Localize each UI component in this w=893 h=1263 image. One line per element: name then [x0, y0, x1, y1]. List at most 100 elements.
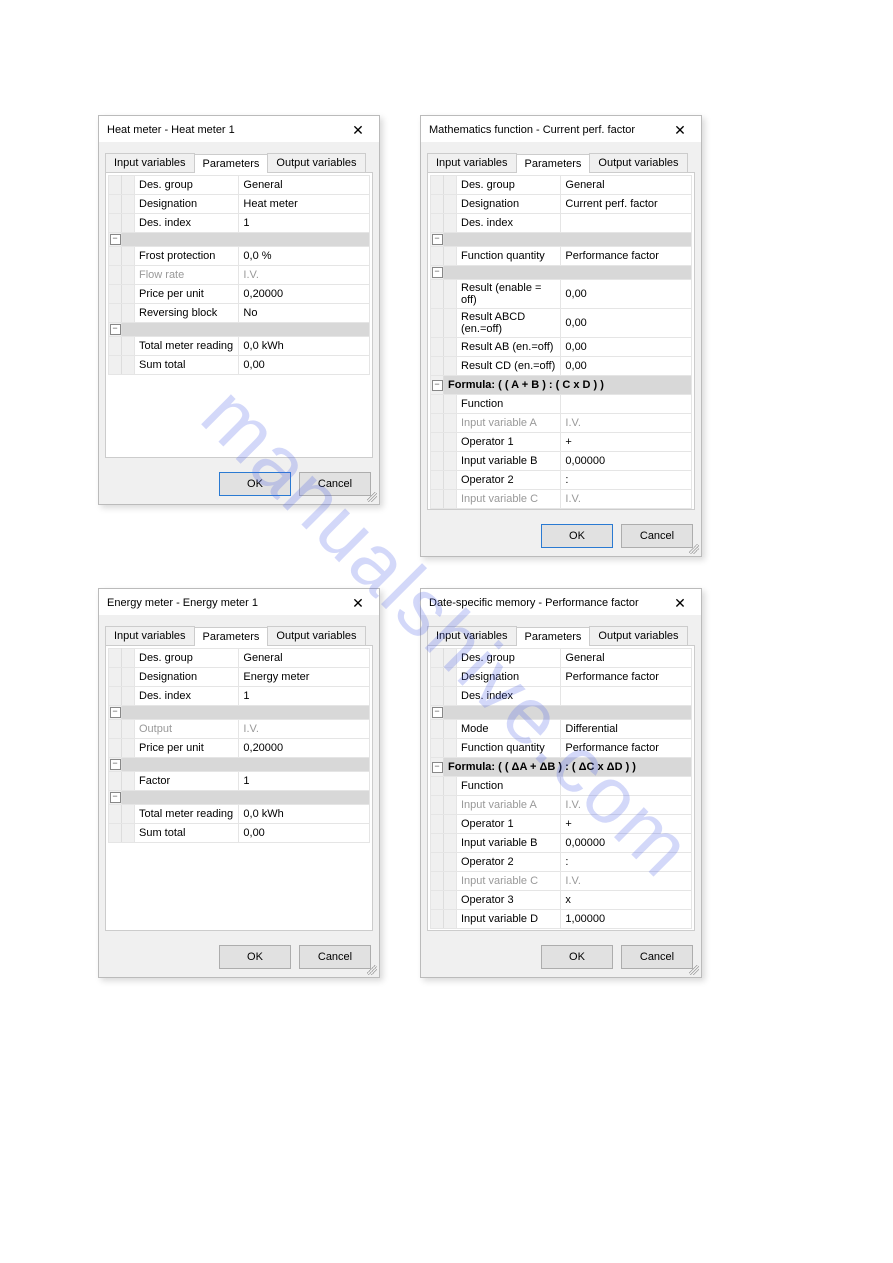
tab-parameters[interactable]: Parameters [194, 154, 269, 173]
table-row: Input variable B0,00000 [431, 834, 692, 853]
property-value[interactable]: Heat meter [239, 195, 370, 214]
tab-input-variables[interactable]: Input variables [105, 626, 195, 645]
ok-button[interactable]: OK [219, 945, 291, 969]
property-value[interactable]: 0,20000 [239, 739, 370, 758]
cancel-button[interactable]: Cancel [621, 524, 693, 548]
property-value[interactable]: x [561, 891, 692, 910]
close-icon[interactable]: ✕ [343, 596, 373, 610]
property-value[interactable]: 0,0 kWh [239, 805, 370, 824]
resize-grip-icon[interactable] [689, 965, 699, 975]
property-value[interactable]: 0,00 [561, 309, 692, 338]
property-value[interactable]: 1 [239, 687, 370, 706]
group-separator [122, 758, 370, 772]
property-value[interactable]: No [239, 304, 370, 323]
group-toggle[interactable]: − [109, 791, 122, 805]
group-toggle[interactable]: − [109, 323, 122, 337]
row-gutter [122, 687, 135, 706]
close-icon[interactable]: ✕ [343, 123, 373, 137]
property-value[interactable]: 1,00000 [561, 910, 692, 929]
property-value[interactable]: x [561, 509, 692, 511]
property-value[interactable]: 1 [239, 214, 370, 233]
ok-button[interactable]: OK [541, 945, 613, 969]
property-value[interactable]: : [561, 471, 692, 490]
property-value[interactable]: General [561, 649, 692, 668]
property-value[interactable]: + [561, 433, 692, 452]
property-value[interactable]: 0,00000 [561, 834, 692, 853]
property-value[interactable]: I.V. [239, 266, 370, 285]
property-label: Frost protection [135, 247, 239, 266]
group-toggle[interactable]: − [109, 706, 122, 720]
property-value[interactable] [561, 395, 692, 414]
property-value[interactable]: 0,20000 [239, 285, 370, 304]
property-value[interactable]: Current perf. factor [561, 195, 692, 214]
tab-input-variables[interactable]: Input variables [427, 626, 517, 645]
tab-output-variables[interactable]: Output variables [589, 153, 687, 172]
tab-output-variables[interactable]: Output variables [267, 153, 365, 172]
cancel-button[interactable]: Cancel [621, 945, 693, 969]
property-value[interactable] [561, 214, 692, 233]
property-value[interactable] [561, 687, 692, 706]
table-row: Sum total0,00 [109, 824, 370, 843]
table-row: Input variable CI.V. [431, 490, 692, 509]
table-row: DesignationEnergy meter [109, 668, 370, 687]
property-value[interactable]: 0,00 [561, 280, 692, 309]
property-value[interactable]: 0,00 [239, 824, 370, 843]
property-value[interactable]: + [561, 815, 692, 834]
property-value[interactable]: General [561, 176, 692, 195]
ok-button[interactable]: OK [219, 472, 291, 496]
property-value[interactable]: 0,0 % [239, 247, 370, 266]
property-value[interactable]: I.V. [561, 872, 692, 891]
tab-output-variables[interactable]: Output variables [589, 626, 687, 645]
property-value[interactable]: I.V. [561, 796, 692, 815]
property-label: Operator 3 [457, 891, 561, 910]
tab-parameters[interactable]: Parameters [194, 627, 269, 646]
tab-output-variables[interactable]: Output variables [267, 626, 365, 645]
table-row: Operator 2: [431, 471, 692, 490]
property-value[interactable]: Performance factor [561, 739, 692, 758]
property-value[interactable]: I.V. [561, 414, 692, 433]
row-gutter [444, 395, 457, 414]
property-value[interactable]: General [239, 649, 370, 668]
ok-button[interactable]: OK [541, 524, 613, 548]
property-value[interactable]: General [239, 176, 370, 195]
property-value[interactable]: 0,00 [561, 357, 692, 376]
property-value[interactable]: Performance factor [561, 668, 692, 687]
tab-input-variables[interactable]: Input variables [105, 153, 195, 172]
property-value[interactable]: Differential [561, 720, 692, 739]
property-value[interactable] [561, 777, 692, 796]
resize-grip-icon[interactable] [367, 492, 377, 502]
group-toggle[interactable]: − [431, 706, 444, 720]
group-toggle[interactable]: − [431, 233, 444, 247]
property-value[interactable]: I.V. [239, 720, 370, 739]
property-value[interactable]: Energy meter [239, 668, 370, 687]
tab-parameters[interactable]: Parameters [516, 154, 591, 173]
group-toggle[interactable]: − [109, 758, 122, 772]
property-value[interactable]: 0,00000 [561, 452, 692, 471]
property-value[interactable]: Performance factor [561, 247, 692, 266]
close-icon[interactable]: ✕ [665, 596, 695, 610]
tab-input-variables[interactable]: Input variables [427, 153, 517, 172]
close-icon[interactable]: ✕ [665, 123, 695, 137]
cancel-button[interactable]: Cancel [299, 945, 371, 969]
row-gutter [444, 891, 457, 910]
property-label: Reversing block [135, 304, 239, 323]
property-label: Result ABCD (en.=off) [457, 309, 561, 338]
property-value[interactable]: 0,00 [561, 338, 692, 357]
group-toggle[interactable]: − [109, 233, 122, 247]
property-value[interactable]: 1 [239, 772, 370, 791]
property-value[interactable]: 0,00 [239, 356, 370, 375]
resize-grip-icon[interactable] [367, 965, 377, 975]
resize-grip-icon[interactable] [689, 544, 699, 554]
group-toggle[interactable]: − [431, 758, 444, 777]
group-toggle[interactable]: − [431, 376, 444, 395]
property-label: Des. index [457, 214, 561, 233]
property-value[interactable]: 0,0 kWh [239, 337, 370, 356]
tab-parameters[interactable]: Parameters [516, 627, 591, 646]
row-gutter [431, 338, 444, 357]
property-value[interactable]: : [561, 853, 692, 872]
titlebar: Mathematics function - Current perf. fac… [421, 116, 701, 142]
property-value[interactable]: I.V. [561, 490, 692, 509]
group-toggle[interactable]: − [431, 266, 444, 280]
property-label: Price per unit [135, 739, 239, 758]
cancel-button[interactable]: Cancel [299, 472, 371, 496]
